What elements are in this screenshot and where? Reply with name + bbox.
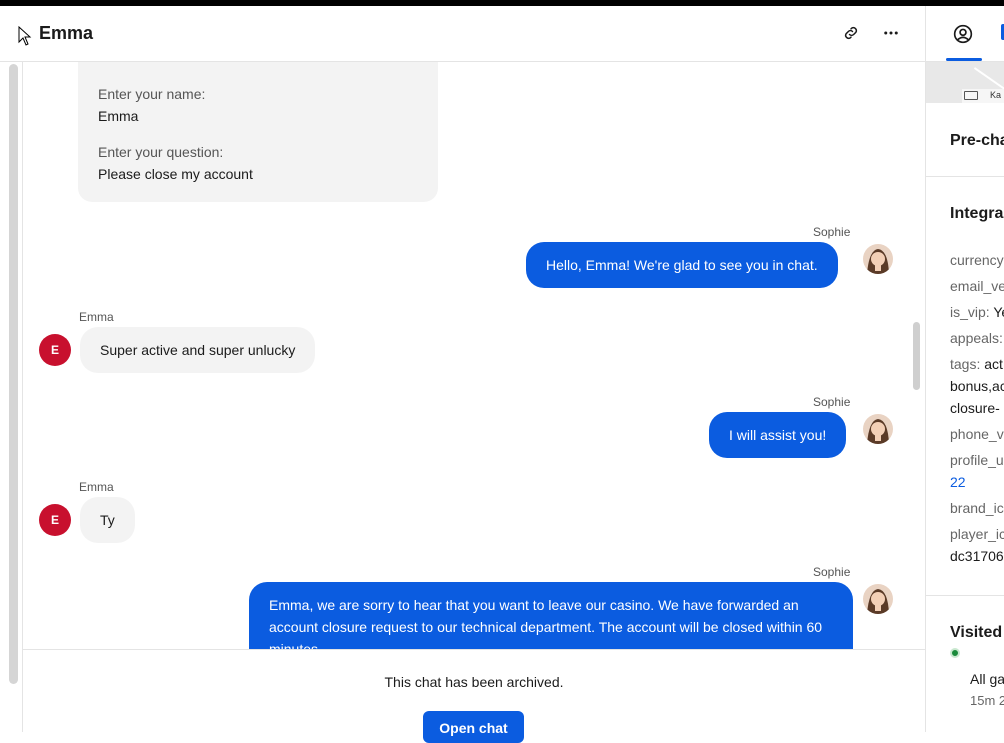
name-value: Emma [98,108,139,124]
name-label: Enter your name: [98,86,206,102]
active-tab-indicator [946,58,982,61]
pre-chat-section-title[interactable]: Pre-cha [950,132,1004,150]
profile-url-link[interactable]: 22 [950,474,966,490]
archived-notice: This chat has been archived. [384,674,564,690]
mouse-cursor-icon [18,26,32,46]
agent-avatar [863,584,893,614]
question-value: Please close my account [98,166,253,182]
open-chat-button[interactable]: Open chat [423,711,524,743]
field-player-id-value: dc31706 [950,548,1004,564]
message-author: Sophie [813,565,851,579]
pre-chat-form-card: Enter your name: Emma Enter your questio… [78,62,438,202]
customer-avatar: E [39,334,71,366]
agent-message-bubble: Emma, we are sorry to hear that you want… [249,582,853,649]
visited-page-time: 15m 2 [970,693,1004,708]
field-brand-id: brand_ic [950,500,1004,516]
message-author: Emma [79,310,114,324]
message-author: Sophie [813,225,851,239]
chat-panel: Emma Enter your name: Emma Enter your qu… [0,6,925,743]
message-author: Emma [79,480,114,494]
customer-message-bubble: Ty [80,497,135,543]
link-icon[interactable] [840,22,862,44]
agent-avatar [863,244,893,274]
archived-footer: This chat has been archived. Open chat [23,649,925,743]
online-status-dot [950,648,960,658]
map-attribution-bar: Ka [962,89,1004,103]
sidebar-tabs [926,6,1004,62]
section-divider [926,595,1004,596]
message-list: Enter your name: Emma Enter your questio… [23,62,925,649]
visited-pages-section-title[interactable]: Visited [950,624,1002,642]
keyboard-icon [964,91,978,100]
customer-avatar: E [39,504,71,536]
map-attribution: Ka [990,90,1002,100]
agent-avatar [863,414,893,444]
field-appeals: appeals: [950,330,1003,346]
agent-message-bubble: Hello, Emma! We're glad to see you in ch… [526,242,838,288]
section-divider [926,176,1004,177]
location-map[interactable]: Ka [926,52,1004,103]
field-email-verified: email_ve [950,278,1004,294]
field-tags: tags: act [950,356,1003,372]
field-is-vip: is_vip: Ye [950,304,1004,320]
field-currency: currency [950,252,1004,268]
field-tags-line3: closure- [950,400,1000,416]
message-author: Sophie [813,395,851,409]
customer-profile-icon[interactable] [953,24,975,46]
field-phone-verified: phone_v [950,426,1004,442]
field-profile-url: profile_u [950,452,1004,468]
chat-header: Emma [0,6,925,62]
field-tags-line2: bonus,ac [950,378,1004,394]
question-label: Enter your question: [98,144,224,160]
visited-page-title[interactable]: All ga [970,671,1004,687]
details-sidebar: Ka Pre-cha Integra currency email_ve is_… [925,6,1004,732]
message-scrollbar[interactable] [913,322,920,390]
more-horizontal-icon[interactable] [880,22,902,44]
left-scrollbar[interactable] [9,64,18,684]
agent-message-bubble: I will assist you! [709,412,847,458]
field-player-id: player_ic [950,526,1004,542]
integrations-section-title[interactable]: Integra [950,205,1003,223]
chat-title: Emma [39,23,94,43]
customer-message-bubble: Super active and super unlucky [80,327,316,373]
